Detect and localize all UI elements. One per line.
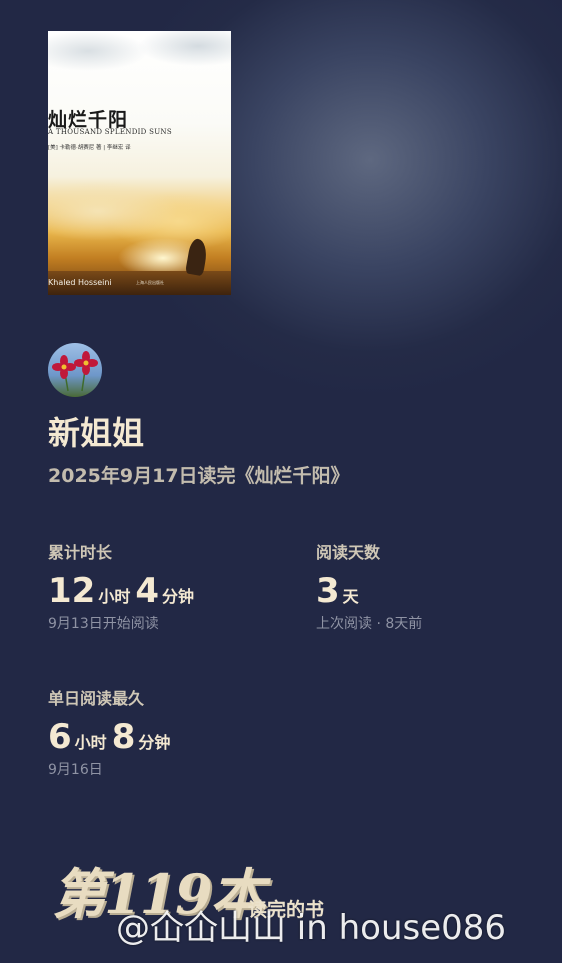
stat-reading-days: 阅读天数 3天 上次阅读 · 8天前 bbox=[316, 539, 422, 633]
hours-value: 12 bbox=[48, 571, 96, 611]
stat-value: 12 小时 4 分钟 bbox=[48, 571, 199, 611]
minutes-unit: 分钟 bbox=[138, 733, 171, 752]
user-name: 新姐姐 bbox=[48, 414, 145, 452]
stat-label: 阅读天数 bbox=[316, 543, 381, 562]
avatar[interactable] bbox=[48, 343, 102, 397]
days-value: 3 bbox=[316, 571, 340, 611]
cover-author: Khaled Hosseini bbox=[48, 278, 112, 287]
stat-value: 6 小时 8 分钟 bbox=[48, 717, 175, 757]
stat-label: 单日阅读最久 bbox=[48, 689, 145, 708]
stat-label: 累计时长 bbox=[48, 543, 113, 562]
stat-total-time: 累计时长 12 小时 4 分钟 9月13日开始阅读 bbox=[48, 539, 199, 633]
cover-subtitle: A THOUSAND SPLENDID SUNS bbox=[48, 128, 172, 136]
cover-sky bbox=[48, 31, 231, 91]
hours-unit: 小时 bbox=[98, 587, 131, 606]
days-unit: 天 bbox=[342, 587, 359, 606]
cover-publisher: 上海人民出版社 bbox=[136, 280, 164, 285]
cover-credit: [美] 卡勒德·胡赛尼 著 | 李继宏 译 bbox=[48, 145, 131, 151]
minutes-value: 4 bbox=[135, 571, 160, 611]
hours-value: 6 bbox=[48, 717, 72, 757]
stat-sub: 9月13日开始阅读 bbox=[48, 616, 159, 632]
watermark: @仚仚山山 in house086 bbox=[116, 908, 507, 948]
stat-longest-day: 单日阅读最久 6 小时 8 分钟 9月16日 bbox=[48, 685, 175, 779]
flower-avatar-icon bbox=[52, 351, 98, 392]
minutes-unit: 分钟 bbox=[162, 587, 195, 606]
finished-line: 2025年9月17日读完《灿烂千阳》 bbox=[48, 465, 350, 487]
stat-sub: 上次阅读 · 8天前 bbox=[316, 616, 423, 632]
book-cover[interactable]: 灿烂千阳 A THOUSAND SPLENDID SUNS [美] 卡勒德·胡赛… bbox=[48, 31, 231, 295]
hours-unit: 小时 bbox=[74, 733, 107, 752]
stat-value: 3天 bbox=[316, 571, 422, 611]
stat-sub: 9月16日 bbox=[48, 762, 103, 778]
minutes-value: 8 bbox=[111, 717, 136, 757]
